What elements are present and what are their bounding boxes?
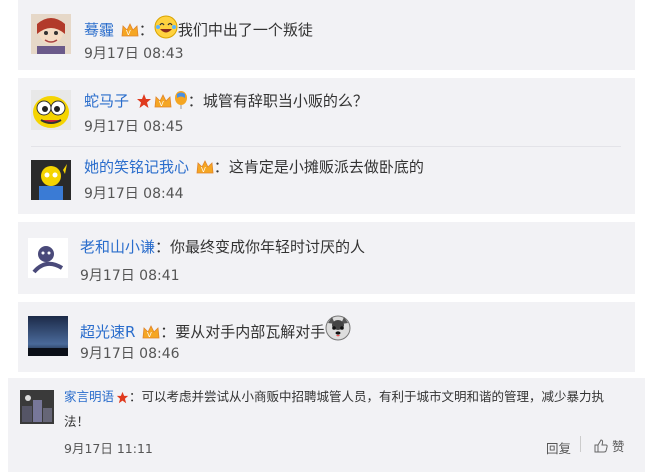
- comment-line: 超光速R V ：要从对手内部瓦解对手: [80, 315, 351, 346]
- action-divider: [580, 436, 581, 452]
- username-link[interactable]: 蓦霾: [84, 21, 114, 39]
- star-icon: [136, 93, 152, 114]
- vip-crown-icon: V: [154, 93, 172, 114]
- vip-crown-icon: V: [142, 324, 160, 345]
- svg-text:V: V: [147, 331, 152, 339]
- svg-text:V: V: [126, 29, 131, 37]
- comment-line: 蛇马子 V ：城管有辞职当小贩的么？: [84, 91, 368, 114]
- svg-text:V: V: [201, 166, 206, 174]
- timestamp: 9月17日 08:43: [84, 46, 184, 62]
- username-link[interactable]: 蛇马子: [84, 92, 129, 110]
- thumbs-up-icon: [594, 439, 608, 456]
- timestamp: 9月17日 08:41: [80, 268, 180, 284]
- comment-text: 可以考虑并尝试从小商贩中招聘城管人员，有利于城市文明和谐的管理，减少暴力执: [141, 389, 605, 404]
- username-link[interactable]: 家言明语: [64, 389, 114, 404]
- husky-emoji-icon: [325, 315, 351, 346]
- like-button[interactable]: 赞: [594, 436, 625, 456]
- svg-text:V: V: [159, 100, 164, 108]
- comment-card-1: 蓦霾 V ： 我们中出了一个叛徒 9月17日 08:43: [18, 0, 635, 70]
- comment-card-2: 蛇马子 V ：城管有辞职当小贩的么？ 9月17日 08:45 她的笑铭记我心 V…: [18, 78, 635, 214]
- laughing-crying-emoji-icon: [154, 15, 178, 44]
- star-icon: [116, 389, 129, 411]
- avatar[interactable]: [28, 238, 68, 278]
- reply-button[interactable]: 回复: [546, 438, 571, 457]
- comment-line: 家言明语 ：可以考虑并尝试从小商贩中招聘城管人员，有利于城市文明和谐的管理，减少…: [64, 386, 634, 433]
- comment-text: 城管有辞职当小贩的么？: [202, 92, 368, 110]
- comment-line: 蓦霾 V ： 我们中出了一个叛徒: [84, 15, 313, 44]
- comment-card-5: 家言明语 ：可以考虑并尝试从小商贩中招聘城管人员，有利于城市文明和谐的管理，减少…: [8, 378, 645, 472]
- comment-line: 老和山小谦：你最终变成你年轻时讨厌的人: [80, 237, 365, 257]
- balloon-icon: [174, 91, 188, 114]
- avatar[interactable]: [28, 316, 68, 356]
- username-link[interactable]: 老和山小谦: [80, 238, 155, 256]
- timestamp: 9月17日 08:44: [84, 186, 184, 202]
- separator: ：: [138, 21, 154, 39]
- comment-text: 要从对手内部瓦解对手: [175, 323, 326, 341]
- reply-line: 她的笑铭记我心 V ：这肯定是小摊贩派去做卧底的: [84, 157, 424, 180]
- separator: ：: [187, 92, 203, 110]
- timestamp: 9月17日 08:45: [84, 119, 184, 135]
- username-link[interactable]: 超光速R: [80, 323, 135, 341]
- comment-text: 这肯定是小摊贩派去做卧底的: [228, 158, 424, 176]
- comment-card-3: 老和山小谦：你最终变成你年轻时讨厌的人 9月17日 08:41: [18, 222, 635, 294]
- timestamp: 9月17日 08:46: [80, 346, 180, 362]
- comment-text-continued: 法！: [64, 414, 90, 429]
- username-link[interactable]: 她的笑铭记我心: [84, 158, 189, 176]
- vip-crown-icon: V: [196, 159, 214, 180]
- avatar[interactable]: [31, 14, 71, 54]
- avatar[interactable]: [20, 390, 54, 424]
- separator: ：: [160, 323, 176, 341]
- avatar[interactable]: [31, 160, 71, 200]
- comment-text: 你最终变成你年轻时讨厌的人: [170, 238, 366, 256]
- timestamp: 9月17日 11:11: [64, 441, 153, 456]
- separator: ：: [129, 389, 142, 404]
- vip-crown-icon: V: [121, 22, 139, 43]
- separator: ：: [155, 238, 171, 256]
- like-label: 赞: [611, 439, 625, 454]
- comment-card-4: 超光速R V ：要从对手内部瓦解对手 9月17日 08:46: [18, 302, 635, 372]
- comment-text: 我们中出了一个叛徒: [177, 21, 313, 39]
- avatar[interactable]: [31, 90, 71, 130]
- reply-divider: [31, 146, 621, 147]
- separator: ：: [213, 158, 229, 176]
